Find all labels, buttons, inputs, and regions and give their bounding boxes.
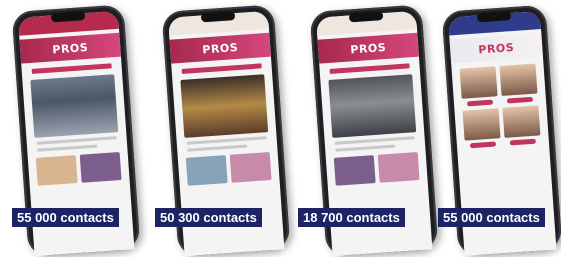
article-photo	[180, 74, 269, 138]
contacts-badge-3: 18 700 contacts	[298, 208, 405, 227]
brand-logo: PROS	[477, 40, 515, 56]
text-line	[186, 136, 267, 145]
brand-logo: PROS	[201, 40, 239, 56]
text-line	[36, 136, 117, 145]
profile-card	[499, 63, 538, 104]
profile-photo	[502, 105, 541, 138]
thumbnail	[185, 155, 228, 186]
text-line	[37, 144, 98, 152]
newsletter-banner: PROS	[317, 32, 419, 64]
article-photo	[30, 74, 119, 138]
profile-photo	[499, 63, 538, 96]
profile-card	[459, 66, 499, 107]
contacts-badge-4: 55 000 contacts	[438, 208, 545, 227]
headline	[181, 63, 262, 74]
thumbnail-row	[333, 152, 420, 186]
profile-photo	[459, 66, 498, 99]
headline	[31, 63, 112, 74]
profile-button	[509, 138, 537, 146]
profile-photo	[462, 108, 501, 141]
thumbnail	[333, 155, 376, 186]
brand-logo: PROS	[51, 40, 89, 56]
profile-button	[469, 141, 497, 149]
contacts-badge-1: 55 000 contacts	[12, 208, 119, 227]
headline	[329, 63, 410, 74]
thumbnail-row	[185, 152, 272, 186]
text-line	[335, 144, 396, 152]
profile-button	[466, 99, 494, 107]
newsletter-banner: PROS	[169, 32, 271, 64]
newsletter-banner: PROS	[449, 33, 543, 64]
contacts-badge-2: 50 300 contacts	[155, 208, 262, 227]
thumbnail	[35, 155, 78, 186]
profile-grid	[459, 63, 541, 149]
thumbnail	[377, 152, 420, 183]
text-line	[187, 144, 248, 152]
newsletter-banner: PROS	[19, 32, 121, 64]
text-line	[334, 136, 415, 145]
thumbnail	[229, 152, 272, 183]
thumbnail	[79, 152, 122, 183]
thumbnail-row	[35, 152, 122, 186]
profile-card	[502, 105, 541, 146]
profile-card	[462, 108, 502, 149]
article-photo	[328, 74, 417, 138]
profile-button	[506, 96, 534, 104]
brand-logo: PROS	[349, 40, 387, 56]
